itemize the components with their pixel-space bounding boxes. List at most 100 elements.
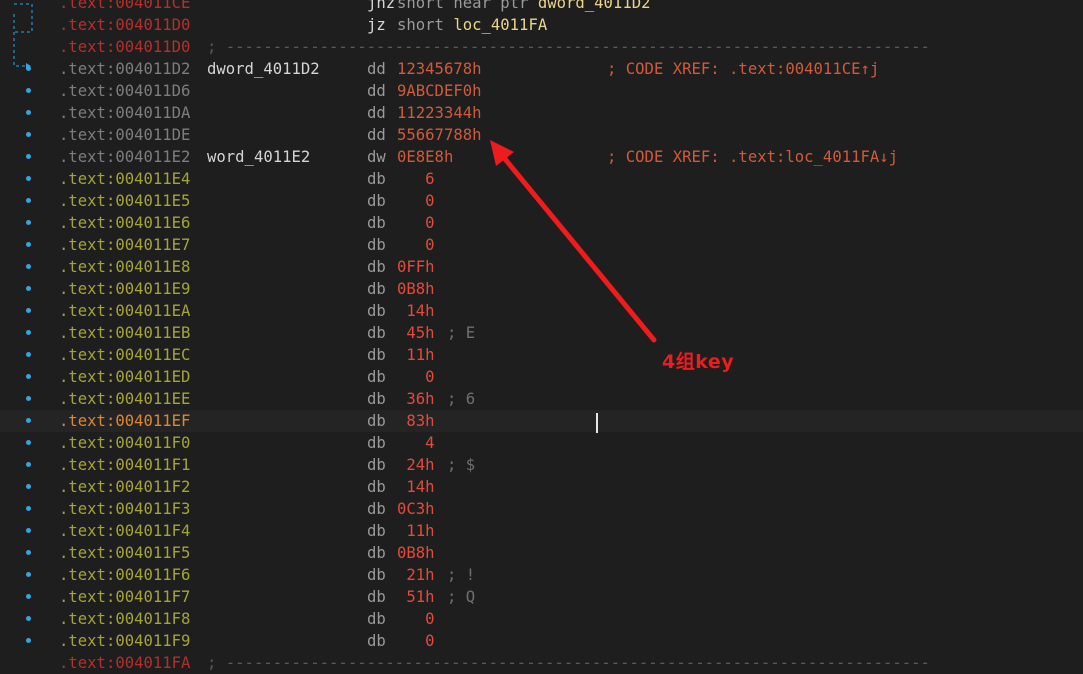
address[interactable]: .text:004011F2 bbox=[59, 476, 190, 498]
mnemonic[interactable]: db bbox=[367, 388, 386, 410]
operand-reference[interactable]: loc_4011FA bbox=[453, 16, 547, 34]
address[interactable]: .text:004011F7 bbox=[59, 586, 190, 608]
mnemonic[interactable]: db bbox=[367, 322, 386, 344]
operand[interactable]: 0B8h bbox=[397, 278, 435, 300]
address[interactable]: .text:004011F6 bbox=[59, 564, 190, 586]
listing-line[interactable]: .text:004011E7 db 0 bbox=[0, 234, 1083, 256]
operand[interactable]: 0B8h bbox=[397, 542, 435, 564]
mnemonic[interactable]: db bbox=[367, 234, 386, 256]
operand[interactable]: 55667788h bbox=[397, 124, 482, 146]
address[interactable]: .text:004011FA bbox=[59, 652, 190, 674]
listing-line[interactable]: .text:004011E8 db 0FFh bbox=[0, 256, 1083, 278]
address[interactable]: .text:004011E4 bbox=[59, 168, 190, 190]
mnemonic[interactable]: db bbox=[367, 630, 386, 652]
listing-line[interactable]: .text:004011F0 db 4 bbox=[0, 432, 1083, 454]
operand[interactable]: 11h bbox=[397, 520, 434, 542]
listing-line[interactable]: .text:004011E9 db 0B8h bbox=[0, 278, 1083, 300]
address[interactable]: .text:004011DE bbox=[59, 124, 190, 146]
mnemonic[interactable]: db bbox=[367, 542, 386, 564]
address[interactable]: .text:004011F4 bbox=[59, 520, 190, 542]
address[interactable]: .text:004011F8 bbox=[59, 608, 190, 630]
address[interactable]: .text:004011F5 bbox=[59, 542, 190, 564]
listing-line[interactable]: .text:004011F8 db 0 bbox=[0, 608, 1083, 630]
mnemonic[interactable]: dd bbox=[367, 102, 386, 124]
address[interactable]: .text:004011D0 bbox=[59, 14, 190, 36]
address[interactable]: .text:004011F9 bbox=[59, 630, 190, 652]
operand[interactable]: 0E8E8h bbox=[397, 146, 453, 168]
mnemonic[interactable]: db bbox=[367, 300, 386, 322]
symbol-label[interactable]: dword_4011D2 bbox=[207, 58, 320, 80]
operand[interactable]: 12345678h bbox=[397, 58, 482, 80]
listing-line[interactable]: .text:004011EA db 14h bbox=[0, 300, 1083, 322]
operand[interactable]: 0 bbox=[397, 190, 434, 212]
listing-line[interactable]: .text:004011DE dd 55667788h bbox=[0, 124, 1083, 146]
address[interactable]: .text:004011EB bbox=[59, 322, 190, 344]
mnemonic[interactable]: db bbox=[367, 256, 386, 278]
address[interactable]: .text:004011D0 bbox=[59, 36, 190, 58]
operand[interactable]: 0 bbox=[397, 630, 434, 652]
operand[interactable]: 6 bbox=[397, 168, 434, 190]
disassembly-listing[interactable]: .text:004011CE jnz short near ptr dword_40… bbox=[0, 0, 1083, 674]
operand[interactable]: 0 bbox=[397, 212, 434, 234]
mnemonic[interactable]: jz bbox=[367, 14, 386, 36]
address[interactable]: .text:004011EF bbox=[59, 410, 190, 432]
operand[interactable]: 0C3h bbox=[397, 498, 435, 520]
mnemonic[interactable]: dd bbox=[367, 124, 386, 146]
operand[interactable]: 0 bbox=[397, 366, 434, 388]
address[interactable]: .text:004011CE bbox=[59, 0, 190, 14]
mnemonic[interactable]: db bbox=[367, 344, 386, 366]
listing-line[interactable]: .text:004011F3 db 0C3h bbox=[0, 498, 1083, 520]
address[interactable]: .text:004011E5 bbox=[59, 190, 190, 212]
mnemonic[interactable]: db bbox=[367, 168, 386, 190]
mnemonic[interactable]: dd bbox=[367, 58, 386, 80]
operand[interactable]: 0 bbox=[397, 608, 434, 630]
listing-line[interactable]: .text:004011ED db 0 bbox=[0, 366, 1083, 388]
address[interactable]: .text:004011EC bbox=[59, 344, 190, 366]
mnemonic[interactable]: db bbox=[367, 366, 386, 388]
mnemonic[interactable]: db bbox=[367, 608, 386, 630]
listing-line[interactable]: .text:004011F1 db 24h ; $ bbox=[0, 454, 1083, 476]
operand[interactable]: 11223344h bbox=[397, 102, 482, 124]
address[interactable]: .text:004011E7 bbox=[59, 234, 190, 256]
operand[interactable]: 24h bbox=[397, 454, 434, 476]
listing-line[interactable]: .text:004011EB db 45h ; E bbox=[0, 322, 1083, 344]
address[interactable]: .text:004011DA bbox=[59, 102, 190, 124]
address[interactable]: .text:004011ED bbox=[59, 366, 190, 388]
listing-line[interactable]: .text:004011D6 dd 9ABCDEF0h bbox=[0, 80, 1083, 102]
mnemonic[interactable]: db bbox=[367, 520, 386, 542]
listing-line[interactable]: .text:004011DA dd 11223344h bbox=[0, 102, 1083, 124]
mnemonic[interactable]: dd bbox=[367, 80, 386, 102]
listing-line[interactable]: .text:004011F2 db 14h bbox=[0, 476, 1083, 498]
operand[interactable]: 51h bbox=[397, 586, 434, 608]
address[interactable]: .text:004011D6 bbox=[59, 80, 190, 102]
listing-line[interactable]: .text:004011EF db 83h bbox=[0, 410, 1083, 432]
address[interactable]: .text:004011E8 bbox=[59, 256, 190, 278]
listing-line[interactable]: .text:004011EE db 36h ; 6 bbox=[0, 388, 1083, 410]
operand[interactable]: short near ptr dword_4011D2 bbox=[397, 0, 651, 14]
operand[interactable]: short loc_4011FA bbox=[397, 14, 547, 36]
operand[interactable]: 4 bbox=[397, 432, 434, 454]
operand[interactable]: 36h bbox=[397, 388, 434, 410]
address[interactable]: .text:004011EA bbox=[59, 300, 190, 322]
listing-line[interactable]: .text:004011FA ; ------------------------… bbox=[0, 652, 1083, 674]
address[interactable]: .text:004011F1 bbox=[59, 454, 190, 476]
listing-line[interactable]: .text:004011E5 db 0 bbox=[0, 190, 1083, 212]
mnemonic[interactable]: db bbox=[367, 564, 386, 586]
operand[interactable]: 21h bbox=[397, 564, 434, 586]
mnemonic[interactable]: db bbox=[367, 476, 386, 498]
mnemonic[interactable]: db bbox=[367, 454, 386, 476]
mnemonic[interactable]: db bbox=[367, 498, 386, 520]
mnemonic[interactable]: db bbox=[367, 190, 386, 212]
address[interactable]: .text:004011EE bbox=[59, 388, 190, 410]
mnemonic[interactable]: db bbox=[367, 278, 386, 300]
mnemonic[interactable]: db bbox=[367, 410, 386, 432]
address[interactable]: .text:004011E9 bbox=[59, 278, 190, 300]
listing-line[interactable]: .text:004011F5 db 0B8h bbox=[0, 542, 1083, 564]
listing-line[interactable]: .text:004011F4 db 11h bbox=[0, 520, 1083, 542]
operand[interactable]: 0 bbox=[397, 234, 434, 256]
operand[interactable]: 9ABCDEF0h bbox=[397, 80, 482, 102]
listing-line[interactable]: .text:004011E2 word_4011E2 dw 0E8E8h ; CODE … bbox=[0, 146, 1083, 168]
operand[interactable]: 14h bbox=[397, 476, 434, 498]
operand[interactable]: 14h bbox=[397, 300, 434, 322]
operand[interactable]: 0FFh bbox=[397, 256, 435, 278]
